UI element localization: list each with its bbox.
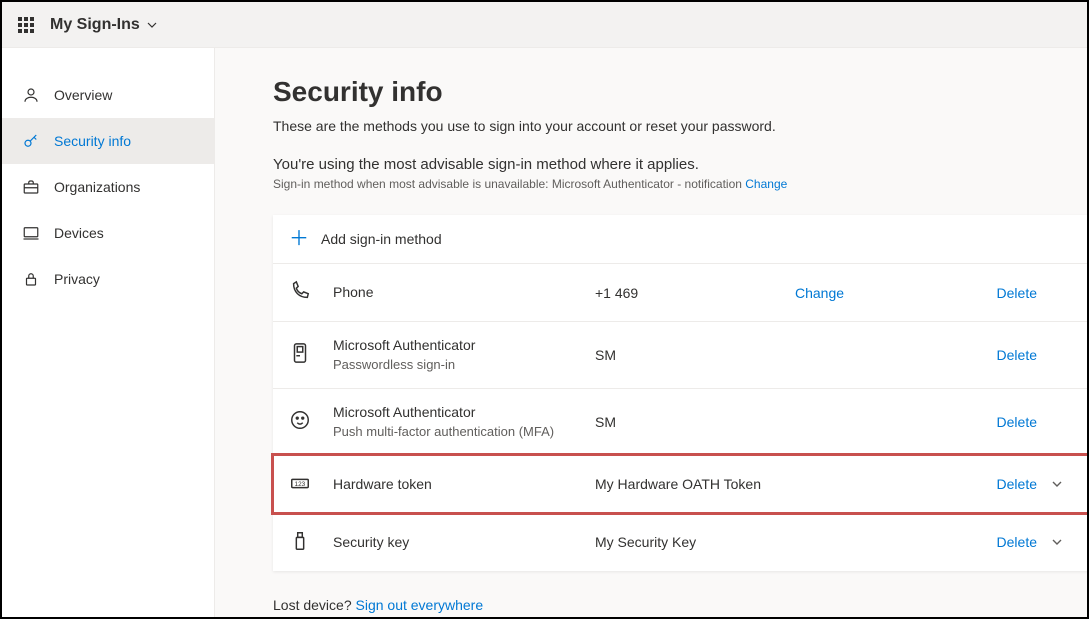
add-method-label: Add sign-in method: [321, 231, 442, 247]
lost-device: Lost device? Sign out everywhere: [273, 597, 1067, 613]
expand-toggle[interactable]: [1037, 534, 1077, 550]
method-value: My Hardware OATH Token: [595, 476, 795, 492]
app-launcher-icon[interactable]: [18, 17, 34, 33]
method-icon: [289, 409, 333, 434]
main-content: Security info These are the methods you …: [215, 48, 1087, 617]
delete-link[interactable]: Delete: [957, 285, 1037, 301]
method-value: +1 469: [595, 285, 795, 301]
method-name: Microsoft AuthenticatorPasswordless sign…: [333, 336, 595, 374]
sidebar-item-overview[interactable]: Overview: [2, 72, 214, 118]
method-icon: [289, 342, 333, 367]
sidebar-item-organizations[interactable]: Organizations: [2, 164, 214, 210]
method-icon: [289, 530, 333, 555]
sidebar-item-security-info[interactable]: Security info: [2, 118, 214, 164]
plus-icon: ＋: [289, 229, 309, 249]
key-icon: [22, 132, 40, 150]
svg-text:123: 123: [295, 480, 306, 487]
add-sign-in-method-button[interactable]: ＋ Add sign-in method: [273, 215, 1087, 263]
method-icon: 123: [289, 472, 333, 497]
sidebar-item-label: Organizations: [54, 179, 140, 195]
methods-panel: ＋ Add sign-in method Phone+1 469ChangeDe…: [273, 215, 1087, 571]
sidebar-item-label: Privacy: [54, 271, 100, 287]
method-name: Hardware token: [333, 475, 595, 494]
sidebar-item-label: Devices: [54, 225, 104, 241]
expand-toggle[interactable]: [1037, 476, 1077, 492]
sidebar-item-label: Overview: [54, 87, 112, 103]
method-value: My Security Key: [595, 534, 795, 550]
method-name: Microsoft AuthenticatorPush multi-factor…: [333, 403, 595, 441]
device-icon: [22, 224, 40, 242]
page-subtitle: These are the methods you use to sign in…: [273, 118, 1067, 134]
app-title-dropdown[interactable]: My Sign-Ins: [50, 16, 158, 34]
sidebar-item-privacy[interactable]: Privacy: [2, 256, 214, 302]
sign-out-everywhere-link[interactable]: Sign out everywhere: [356, 597, 484, 613]
method-row: Security keyMy Security Key Delete: [273, 513, 1087, 571]
method-value: SM: [595, 347, 795, 363]
top-bar: My Sign-Ins: [2, 2, 1087, 48]
method-name: Security key: [333, 533, 595, 552]
method-value: SM: [595, 414, 795, 430]
delete-link[interactable]: Delete: [957, 414, 1037, 430]
chevron-down-icon: [146, 19, 158, 31]
person-icon: [22, 86, 40, 104]
sidebar-item-devices[interactable]: Devices: [2, 210, 214, 256]
method-row: 123 Hardware tokenMy Hardware OATH Token D…: [273, 455, 1087, 513]
page-title: Security info: [273, 76, 1067, 108]
method-row: Microsoft AuthenticatorPasswordless sign…: [273, 321, 1087, 388]
method-icon: [289, 280, 333, 305]
briefcase-icon: [22, 178, 40, 196]
method-row: Microsoft AuthenticatorPush multi-factor…: [273, 388, 1087, 455]
advise-text: You're using the most advisable sign-in …: [273, 156, 1067, 173]
delete-link[interactable]: Delete: [957, 534, 1037, 550]
sidebar-item-label: Security info: [54, 133, 131, 149]
app-title-text: My Sign-Ins: [50, 16, 140, 34]
change-default-link[interactable]: Change: [745, 177, 787, 191]
advise-subtext: Sign-in method when most advisable is un…: [273, 177, 1067, 191]
change-link[interactable]: Change: [795, 285, 957, 301]
method-name: Phone: [333, 283, 595, 302]
lock-icon: [22, 270, 40, 288]
delete-link[interactable]: Delete: [957, 476, 1037, 492]
method-row: Phone+1 469ChangeDelete: [273, 263, 1087, 321]
delete-link[interactable]: Delete: [957, 347, 1037, 363]
sidebar: Overview Security info Organizations Dev…: [2, 48, 215, 617]
